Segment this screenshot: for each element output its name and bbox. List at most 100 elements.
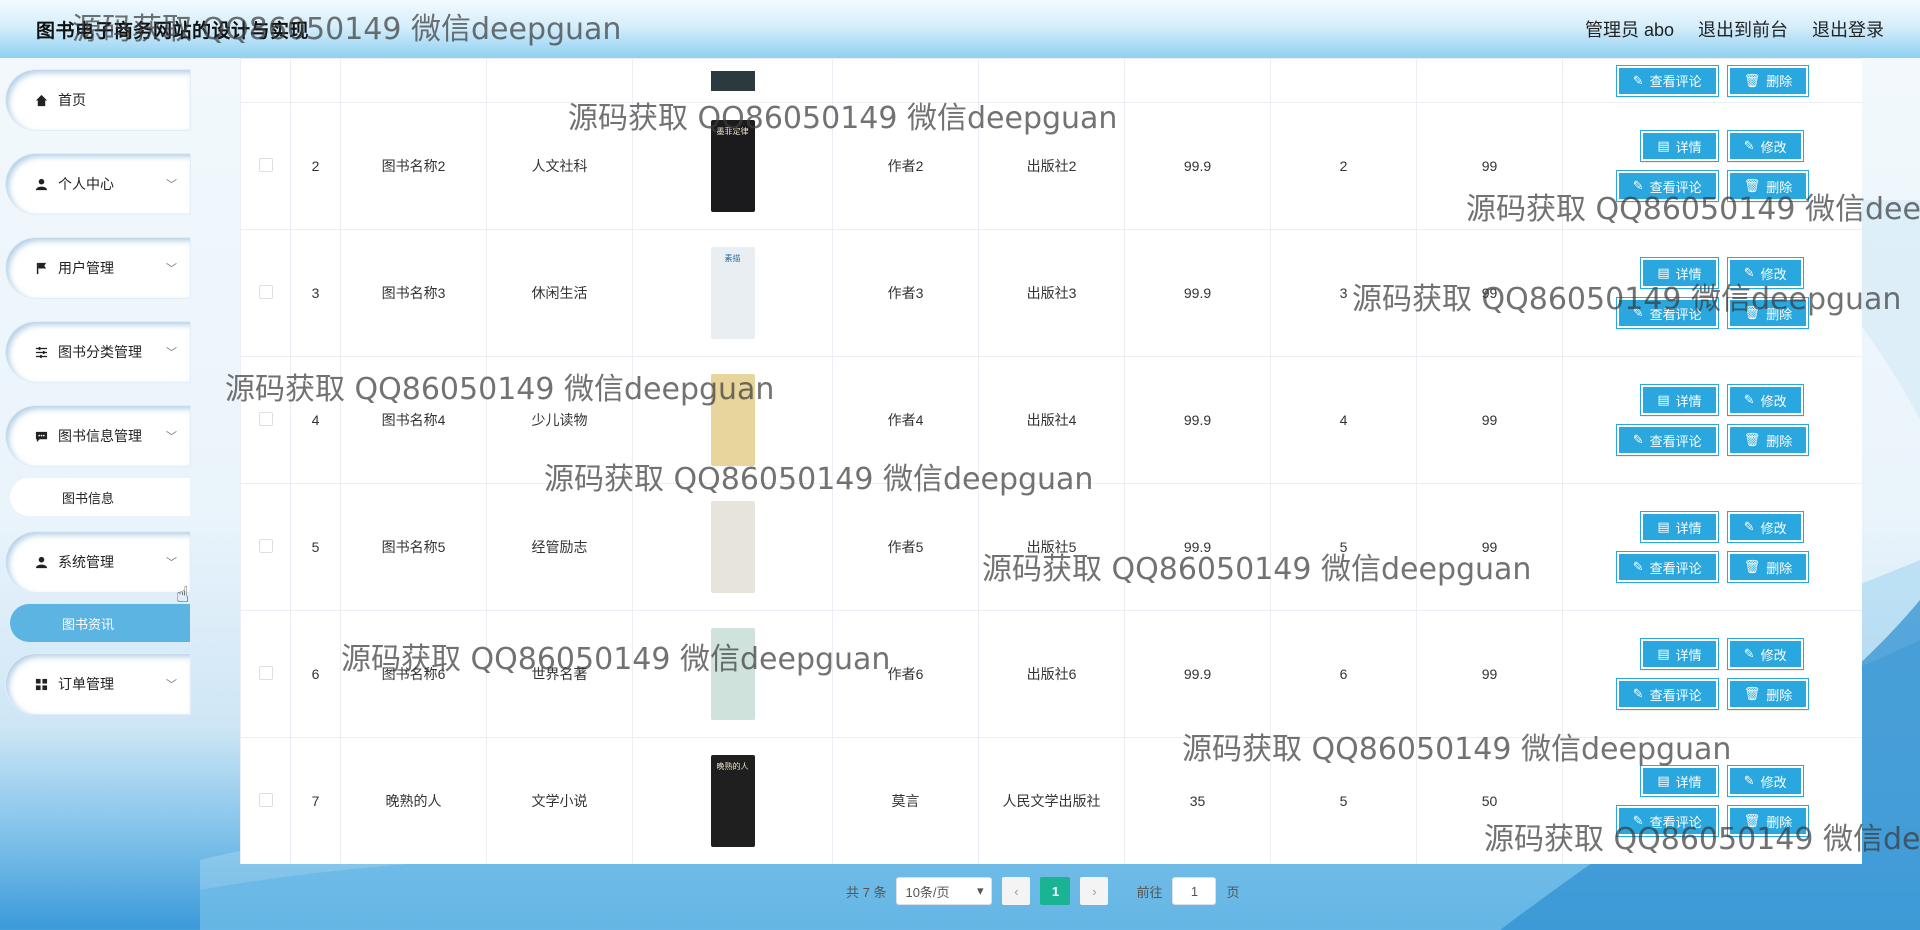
row-checkbox[interactable] [258,538,273,553]
view-comments-button[interactable]: ✎ 查看评论 [1615,170,1719,202]
message-icon [34,429,48,443]
book-price: 99.9 [1124,610,1271,738]
book-cover-image [710,374,755,466]
book-author: 莫言 [832,737,979,864]
row-index: 2 [290,102,341,230]
cover-title: 素描 [724,254,741,263]
delete-button[interactable]: 🗑 删除 [1726,551,1810,583]
book-stock: 4 [1270,356,1417,484]
row-index: 5 [290,483,341,611]
row-checkbox[interactable] [258,157,273,172]
chevron-down-icon: ﹀ [166,179,177,191]
sidebar-item-category-mgmt[interactable]: 图书分类管理 ﹀ [6,322,190,382]
row-checkbox[interactable] [258,284,273,299]
edit-icon: ✎ [1743,646,1755,661]
book-score: 99 [1416,102,1563,230]
sidebar-item-book-info-mgmt[interactable]: 图书信息管理 ﹀ [6,406,190,466]
view-comments-button[interactable]: ✎ 查看评论 [1615,297,1719,329]
goto-page-input[interactable]: 1 [1172,877,1217,905]
row-index: 4 [290,356,341,484]
detail-button[interactable]: ▤ 详情 [1640,511,1719,543]
book-score: 99 [1416,356,1563,484]
delete-button[interactable]: 🗑 删除 [1726,64,1810,97]
row-checkbox[interactable] [258,792,273,807]
book-price: 35 [1124,737,1271,864]
edit-button[interactable]: ✎ 修改 [1726,511,1804,543]
edit-button[interactable]: ✎ 修改 [1726,384,1804,416]
view-comments-button[interactable]: ✎ 查看评论 [1615,551,1719,583]
edit-button[interactable]: ✎ 修改 [1726,257,1804,289]
view-comments-button[interactable]: ✎ 查看评论 [1615,805,1719,837]
sidebar-item-personal[interactable]: 个人中心 ﹀ [6,154,190,214]
detail-button[interactable]: ▤ 详情 [1640,384,1719,416]
book-cover-image [710,501,755,593]
book-publisher: 人民文学出版社 [978,737,1125,864]
edit-button[interactable]: ✎ 修改 [1726,130,1804,162]
book-category: 世界名著 [486,610,633,738]
edit-icon: ✎ [1743,773,1755,788]
trash-icon: 🗑 [1743,559,1761,574]
detail-button[interactable]: ▤ 详情 [1640,765,1719,797]
edit-icon: ✎ [1632,305,1644,320]
sidebar-subitem-book-news[interactable]: 图书资讯 [10,604,190,642]
book-stock: 5 [1270,483,1417,611]
sidebar-item-system-mgmt[interactable]: 系统管理 ﹀ [6,532,190,592]
row-checkbox[interactable] [258,411,273,426]
view-comments-button[interactable]: ✎ 查看评论 [1615,678,1719,710]
book-author: 作者5 [832,483,979,611]
edit-icon: ✎ [1632,686,1644,701]
sidebar-item-user-mgmt[interactable]: 用户管理 ﹀ [6,238,190,298]
edit-button[interactable]: ✎ 修改 [1726,765,1804,797]
delete-button[interactable]: 🗑 删除 [1726,678,1810,710]
delete-button[interactable]: 🗑 删除 [1726,297,1810,329]
book-cover-image: 素描 [710,247,755,339]
table-body: ✎ 查看评论 🗑 删除 2 图书名称2 人文社科 墨菲定律 作者2 出版社2 99.9 2 99 ▤ 详… [240,58,1862,864]
admin-user-label[interactable]: 管理员 abo [1585,16,1674,42]
logout-link[interactable]: 退出登录 [1812,16,1884,42]
book-publisher: 出版社3 [978,229,1125,357]
document-icon: ▤ [1657,646,1670,661]
delete-button[interactable]: 🗑 删除 [1726,170,1810,202]
book-publisher: 出版社5 [978,483,1125,611]
table-row: 2 图书名称2 人文社科 墨菲定律 作者2 出版社2 99.9 2 99 ▤ 详情 ✎ 修改 ✎ 查看评论 🗑… [240,102,1862,230]
sidebar: 首页 个人中心 ﹀ 用户管理 ﹀ 图书分类管理 ﹀ 图书信息管理 ﹀ 图书信息 … [0,58,198,930]
book-stock: 3 [1270,229,1417,357]
detail-button[interactable]: ▤ 详情 [1640,257,1719,289]
sidebar-item-home[interactable]: 首页 [6,70,190,130]
book-name: 图书名称5 [340,483,487,611]
prev-page-button[interactable]: ‹ [1002,877,1031,905]
detail-button[interactable]: ▤ 详情 [1640,638,1719,670]
book-cover-image [710,628,755,720]
book-publisher: 出版社6 [978,610,1125,738]
page-size-select[interactable]: 10条/页 ▾ [896,877,993,905]
book-score: 99 [1416,483,1563,611]
document-icon: ▤ [1657,519,1670,534]
edit-button[interactable]: ✎ 修改 [1726,638,1804,670]
page-number-current[interactable]: 1 [1040,877,1071,905]
trash-icon: 🗑 [1743,178,1761,193]
grid-icon [34,677,48,691]
document-icon: ▤ [1657,138,1670,153]
trash-icon: 🗑 [1743,813,1761,828]
book-stock: 5 [1270,737,1417,864]
sidebar-subitem-book-info[interactable]: 图书信息 [10,478,190,516]
chevron-down-icon: ﹀ [166,347,177,359]
book-name: 晚熟的人 [340,737,487,864]
page-unit-label: 页 [1226,884,1240,900]
exit-to-front-link[interactable]: 退出到前台 [1698,16,1788,42]
edit-icon: ✎ [1632,178,1644,193]
book-author: 作者6 [832,610,979,738]
row-checkbox[interactable] [258,665,273,680]
detail-button[interactable]: ▤ 详情 [1640,130,1719,162]
row-index: 7 [290,737,341,864]
view-comments-button[interactable]: ✎ 查看评论 [1615,64,1719,97]
next-page-button[interactable]: › [1080,877,1109,905]
delete-button[interactable]: 🗑 删除 [1726,424,1810,456]
delete-button[interactable]: 🗑 删除 [1726,805,1810,837]
chevron-down-icon: ﹀ [166,679,177,691]
sidebar-item-order-mgmt[interactable]: 订单管理 ﹀ [6,654,190,714]
book-author: 作者4 [832,356,979,484]
view-comments-button[interactable]: ✎ 查看评论 [1615,424,1719,456]
table-row: 6 图书名称6 世界名著 作者6 出版社6 99.9 6 99 ▤ 详情 ✎ 修改 ✎ 查看评论 🗑 删除 [240,610,1862,738]
edit-icon: ✎ [1743,265,1755,280]
